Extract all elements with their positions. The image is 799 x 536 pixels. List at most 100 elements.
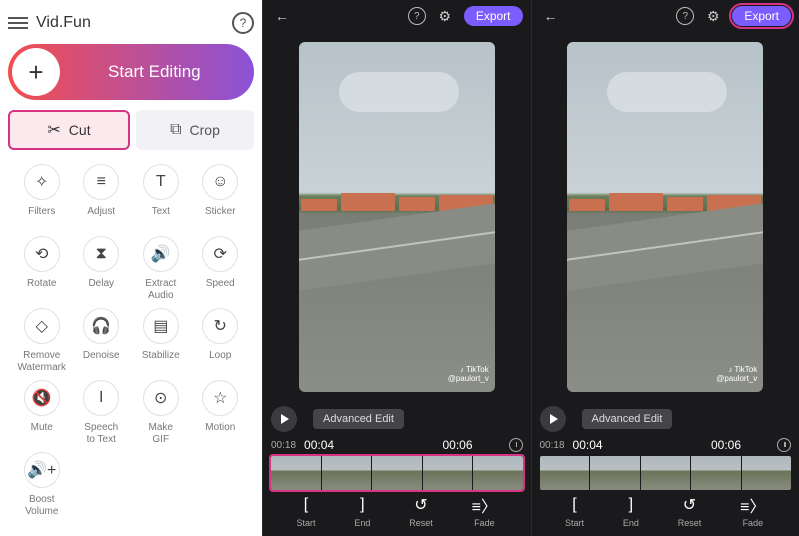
gear-icon[interactable]: ⚙ — [702, 5, 724, 27]
ctrl-fade[interactable]: ≡〉 Fade — [740, 496, 765, 528]
export-button[interactable]: Export — [464, 6, 523, 26]
tool-filters[interactable]: ✧ Filters — [12, 164, 72, 230]
tool-icon: ⟳ — [202, 236, 238, 272]
menu-icon[interactable] — [8, 17, 28, 29]
ctrl-label: End — [623, 518, 639, 528]
tool-label: Loop — [209, 350, 231, 374]
tool-icon: ☺ — [202, 164, 238, 200]
tool-icon: ⊙ — [143, 380, 179, 416]
ctrl-start[interactable]: [ Start — [565, 496, 584, 528]
timeline[interactable] — [540, 456, 792, 490]
play-button[interactable] — [271, 406, 297, 432]
reset-icon: ↺ — [683, 496, 696, 514]
help-icon[interactable]: ? — [232, 12, 254, 34]
tool-speech-to-text[interactable]: ISpeechto Text — [72, 380, 132, 446]
tool-boost-volume[interactable]: 🔊+BoostVolume — [12, 452, 72, 518]
fade-icon: ≡〉 — [740, 496, 765, 514]
tool-label: Stabilize — [142, 350, 180, 374]
tool-icon: ⧗ — [83, 236, 119, 272]
timecode-a: 00:04 — [573, 438, 603, 452]
tab-crop[interactable]: ⧉ Crop — [136, 110, 254, 150]
start-icon: [ — [572, 496, 576, 514]
tool-sticker[interactable]: ☺Sticker — [191, 164, 251, 230]
tool-extract-audio[interactable]: 🔊 ExtractAudio — [131, 236, 191, 302]
start-editing-label: Start Editing — [108, 62, 201, 82]
timeline[interactable] — [271, 456, 523, 490]
tool-label: Filters — [28, 206, 55, 230]
help-icon[interactable]: ? — [676, 7, 694, 25]
tool-label: Motion — [205, 422, 235, 446]
tool-icon: T — [143, 164, 179, 200]
tool-icon: ≡ — [83, 164, 119, 200]
tool-icon: 🎧 — [83, 308, 119, 344]
ctrl-label: Start — [565, 518, 584, 528]
time-edge: 00:18 — [540, 440, 565, 451]
tool-icon: 🔊 — [143, 236, 179, 272]
tool-make-gif[interactable]: ⊙ MakeGIF — [131, 380, 191, 446]
tool-label: Mute — [31, 422, 53, 446]
ctrl-label: Start — [296, 518, 315, 528]
clock-icon[interactable] — [509, 438, 523, 452]
tool-label: Denoise — [83, 350, 120, 374]
ctrl-reset[interactable]: ↺ Reset — [678, 496, 702, 528]
ctrl-label: Fade — [743, 518, 764, 528]
ctrl-start[interactable]: [Start — [296, 496, 315, 528]
help-icon[interactable]: ? — [408, 7, 426, 25]
start-editing-button[interactable]: + Start Editing — [8, 44, 254, 100]
end-icon: ] — [360, 496, 364, 514]
video-preview[interactable]: ♪ TikTok@paulort_v — [299, 42, 495, 392]
crop-icon: ⧉ — [170, 121, 181, 139]
tool-remove-watermark[interactable]: ◇ RemoveWatermark — [12, 308, 72, 374]
advanced-edit-button[interactable]: Advanced Edit — [582, 409, 673, 429]
tool-label: MakeGIF — [149, 422, 173, 446]
tool-rotate[interactable]: ⟲Rotate — [12, 236, 72, 302]
video-preview[interactable]: ♪ TikTok@paulort_v — [567, 42, 763, 392]
back-icon[interactable]: ← — [540, 5, 562, 27]
tab-crop-label: Crop — [190, 122, 220, 138]
ctrl-end[interactable]: ] End — [354, 496, 370, 528]
ctrl-label: End — [354, 518, 370, 528]
back-icon[interactable]: ← — [271, 5, 293, 27]
tool-icon: ▤ — [143, 308, 179, 344]
export-button[interactable]: Export — [732, 6, 791, 26]
clock-icon[interactable] — [777, 438, 791, 452]
tool-motion[interactable]: ☆ Motion — [191, 380, 251, 446]
tool-label: RemoveWatermark — [17, 350, 66, 374]
tool-loop[interactable]: ↻ Loop — [191, 308, 251, 374]
tool-speed[interactable]: ⟳Speed — [191, 236, 251, 302]
tool-icon: ✧ — [24, 164, 60, 200]
brand-name: Vid.Fun — [36, 14, 224, 32]
ctrl-end[interactable]: ]End — [623, 496, 639, 528]
ctrl-label: Fade — [474, 518, 495, 528]
tab-cut[interactable]: ✂ Cut — [8, 110, 130, 150]
tool-icon: 🔇 — [24, 380, 60, 416]
tool-delay[interactable]: ⧗ Delay — [72, 236, 132, 302]
tool-icon: ↻ — [202, 308, 238, 344]
tool-icon: ◇ — [24, 308, 60, 344]
tool-label: Adjust — [87, 206, 115, 230]
scissors-icon: ✂ — [47, 120, 60, 140]
ctrl-reset[interactable]: ↺Reset — [409, 496, 433, 528]
ctrl-label: Reset — [678, 518, 702, 528]
fade-icon: ≡〉 — [472, 496, 497, 514]
play-button[interactable] — [540, 406, 566, 432]
plus-icon: + — [12, 48, 60, 96]
advanced-edit-button[interactable]: Advanced Edit — [313, 409, 404, 429]
tool-label: Speechto Text — [84, 422, 118, 446]
tool-mute[interactable]: 🔇 Mute — [12, 380, 72, 446]
tool-icon: ⟲ — [24, 236, 60, 272]
tool-icon: ☆ — [202, 380, 238, 416]
tool-label: Text — [152, 206, 170, 230]
ctrl-fade[interactable]: ≡〉 Fade — [472, 496, 497, 528]
tool-text[interactable]: T Text — [131, 164, 191, 230]
tab-cut-label: Cut — [69, 122, 91, 138]
timecode-b: 00:06 — [711, 438, 741, 452]
gear-icon[interactable]: ⚙ — [434, 5, 456, 27]
tool-label: Delay — [88, 278, 114, 302]
ctrl-label: Reset — [409, 518, 433, 528]
tool-stabilize[interactable]: ▤ Stabilize — [131, 308, 191, 374]
tool-denoise[interactable]: 🎧 Denoise — [72, 308, 132, 374]
tool-label: ExtractAudio — [145, 278, 176, 302]
tool-adjust[interactable]: ≡ Adjust — [72, 164, 132, 230]
tool-icon: 🔊+ — [24, 452, 60, 488]
